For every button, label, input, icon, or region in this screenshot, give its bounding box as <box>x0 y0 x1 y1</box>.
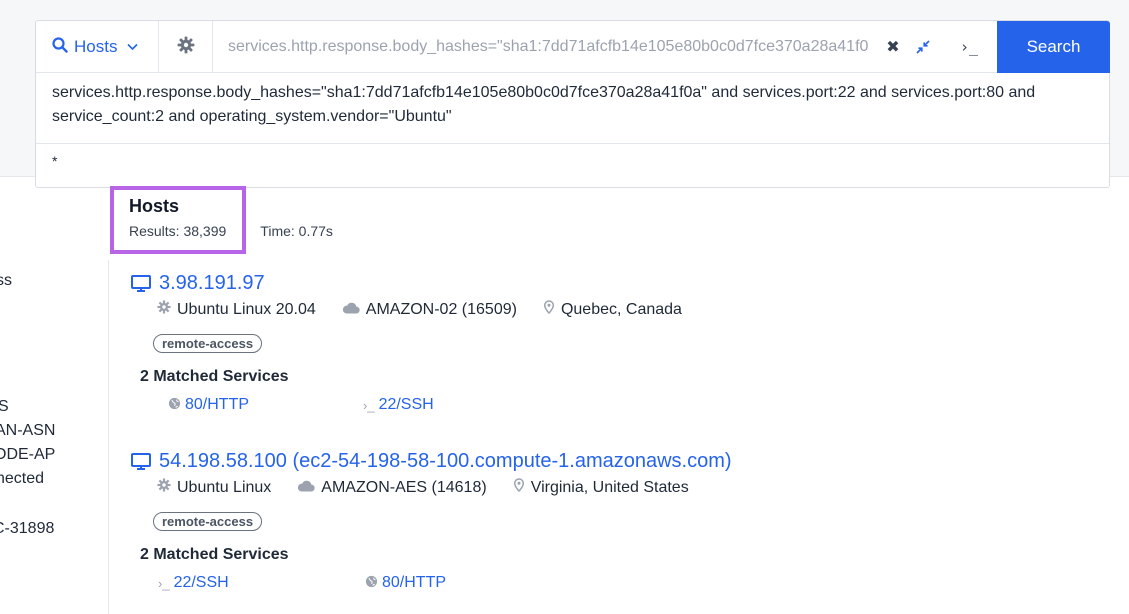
monitor-icon <box>131 274 151 293</box>
host-os-label: Ubuntu Linux 20.04 <box>177 300 316 318</box>
sidebar-fragment[interactable]: S <box>0 398 9 416</box>
monitor-icon <box>131 452 151 471</box>
sidebar-fragment[interactable]: AN-ASN <box>0 422 55 440</box>
highlight-annotation-box <box>110 186 246 254</box>
globe-icon <box>168 397 181 413</box>
matched-services-label: 2 Matched Services <box>140 546 289 563</box>
search-type-label: Hosts <box>74 37 118 56</box>
chevron-down-icon <box>127 40 139 54</box>
matched-services-label: 2 Matched Services <box>140 368 289 385</box>
host-location-label: Virginia, United States <box>530 478 689 496</box>
sidebar-divider <box>108 260 109 614</box>
host-meta: Ubuntu Linux AMAZON-AES (14618) Virginia… <box>157 478 715 497</box>
host-result: 3.98.191.97 Ubuntu Linux 20.04 AMAZON-02… <box>131 272 682 413</box>
service-link-ssh[interactable]: ›_ 22/SSH <box>158 574 229 592</box>
map-pin-icon <box>543 300 561 319</box>
service-link-ssh[interactable]: ›_ 22/SSH <box>363 396 434 414</box>
sidebar-fragment[interactable]: nected <box>0 470 44 488</box>
terminal-icon: ›_ <box>158 575 170 591</box>
host-os: Ubuntu Linux 20.04 <box>157 300 316 319</box>
results-time: Time: 0.77s <box>260 223 333 239</box>
sidebar-fragment[interactable]: ss <box>0 272 12 290</box>
collapse-icon[interactable] <box>912 35 934 59</box>
host-result: 54.198.58.100 (ec2-54-198-58-100.compute… <box>131 450 732 591</box>
host-link[interactable]: 54.198.58.100 (ec2-54-198-58-100.compute… <box>131 450 732 473</box>
globe-icon <box>365 575 378 591</box>
settings-button[interactable] <box>159 21 213 73</box>
secondary-query-text: * <box>52 153 58 169</box>
tag-badge[interactable]: remote-access <box>153 512 263 531</box>
host-asn[interactable]: AMAZON-AES (14618) <box>297 478 487 497</box>
service-link-http[interactable]: 80/HTTP <box>365 574 446 592</box>
service-link-http[interactable]: 80/HTTP <box>168 396 249 414</box>
search-icon <box>52 36 68 58</box>
host-location[interactable]: Quebec, Canada <box>543 300 682 319</box>
host-asn[interactable]: AMAZON-02 (16509) <box>342 301 517 319</box>
sidebar-fragment[interactable]: ODE-AP <box>0 446 55 464</box>
host-os: Ubuntu Linux <box>157 478 271 497</box>
host-link[interactable]: 3.98.191.97 <box>131 272 265 295</box>
host-meta: Ubuntu Linux 20.04 AMAZON-02 (16509) Que… <box>157 300 708 319</box>
host-location-label: Quebec, Canada <box>560 300 682 318</box>
map-pin-icon <box>513 478 531 497</box>
tag-badge[interactable]: remote-access <box>153 334 263 353</box>
gear-icon <box>177 36 195 59</box>
search-panel: Hosts services.http.response.body_hashes… <box>35 20 1110 188</box>
search-button[interactable]: Search <box>997 21 1110 73</box>
service-label: 80/HTTP <box>185 396 250 413</box>
host-asn-label: AMAZON-AES (14618) <box>321 478 487 496</box>
gear-icon <box>157 478 177 497</box>
search-type-select[interactable]: Hosts <box>36 21 159 73</box>
gear-icon <box>157 300 177 319</box>
clear-icon[interactable]: ✖ <box>882 35 904 59</box>
expanded-query-text: services.http.response.body_hashes="sha1… <box>52 84 1036 125</box>
host-os-label: Ubuntu Linux <box>177 478 272 496</box>
query-divider <box>36 143 1109 144</box>
service-label: 22/SSH <box>378 396 434 413</box>
service-label: 80/HTTP <box>382 574 447 591</box>
host-location[interactable]: Virginia, United States <box>513 478 689 497</box>
service-label: 22/SSH <box>173 574 229 591</box>
search-bar: Hosts services.http.response.body_hashes… <box>36 21 1110 73</box>
search-input[interactable] <box>228 35 868 59</box>
cloud-icon <box>342 301 366 319</box>
terminal-icon: ›_ <box>363 397 375 413</box>
terminal-icon[interactable]: ›_ <box>954 35 984 59</box>
host-ip: 3.98.191.97 <box>159 272 265 294</box>
host-asn-label: AMAZON-02 (16509) <box>365 300 517 318</box>
cloud-icon <box>297 479 321 497</box>
sidebar-fragment[interactable]: C-31898 <box>0 520 54 538</box>
host-ip: 54.198.58.100 (ec2-54-198-58-100.compute… <box>159 450 732 472</box>
